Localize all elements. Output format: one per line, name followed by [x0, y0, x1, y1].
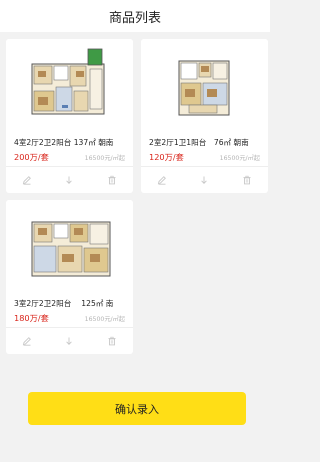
- confirm-button[interactable]: 确认录入: [28, 392, 246, 425]
- unit-price: 16500元/㎡起: [219, 155, 260, 162]
- card-divider: [6, 166, 133, 167]
- confirm-button-label: 确认录入: [115, 402, 159, 416]
- trash-icon[interactable]: [106, 335, 118, 347]
- edit-icon[interactable]: [21, 174, 33, 186]
- arrow-down-icon[interactable]: [63, 174, 75, 186]
- trash-icon[interactable]: [106, 174, 118, 186]
- floor-plan-image: [6, 200, 133, 288]
- arrow-down-icon[interactable]: [63, 335, 75, 347]
- card-divider: [141, 166, 268, 167]
- card-actions: [6, 168, 133, 192]
- product-title: 3室2厅2卫2阳台 125㎡ 南: [14, 299, 114, 308]
- unit-price: 16500元/㎡起: [84, 155, 125, 162]
- trash-icon[interactable]: [241, 174, 253, 186]
- product-price: 200万/套: [14, 152, 49, 162]
- floor-plan-image: [6, 39, 133, 127]
- product-price: 120万/套: [149, 152, 184, 162]
- floor-plan-image: [141, 39, 268, 127]
- card-actions: [141, 168, 268, 192]
- price-row: 180万/套 16500元/㎡起: [14, 312, 125, 324]
- page-title: 商品列表: [108, 10, 161, 26]
- card-divider: [6, 327, 133, 328]
- price-row: 120万/套 16500元/㎡起: [149, 151, 260, 163]
- product-card[interactable]: 3室2厅2卫2阳台 125㎡ 南 180万/套 16500元/㎡起: [6, 200, 133, 354]
- product-card[interactable]: 4室2厅2卫2阳台 137㎡ 朝南 200万/套 16500元/㎡起: [6, 39, 133, 193]
- edit-icon[interactable]: [156, 174, 168, 186]
- arrow-down-icon[interactable]: [198, 174, 210, 186]
- price-row: 200万/套 16500元/㎡起: [14, 151, 125, 163]
- product-card[interactable]: 2室2厅1卫1阳台 76㎡ 朝南 120万/套 16500元/㎡起: [141, 39, 268, 193]
- edit-icon[interactable]: [21, 335, 33, 347]
- product-price: 180万/套: [14, 313, 49, 323]
- card-actions: [6, 329, 133, 353]
- nav-bar: 商品列表: [0, 0, 270, 32]
- unit-price: 16500元/㎡起: [84, 316, 125, 323]
- product-title: 4室2厅2卫2阳台 137㎡ 朝南: [14, 138, 114, 147]
- product-title: 2室2厅1卫1阳台 76㎡ 朝南: [149, 138, 249, 147]
